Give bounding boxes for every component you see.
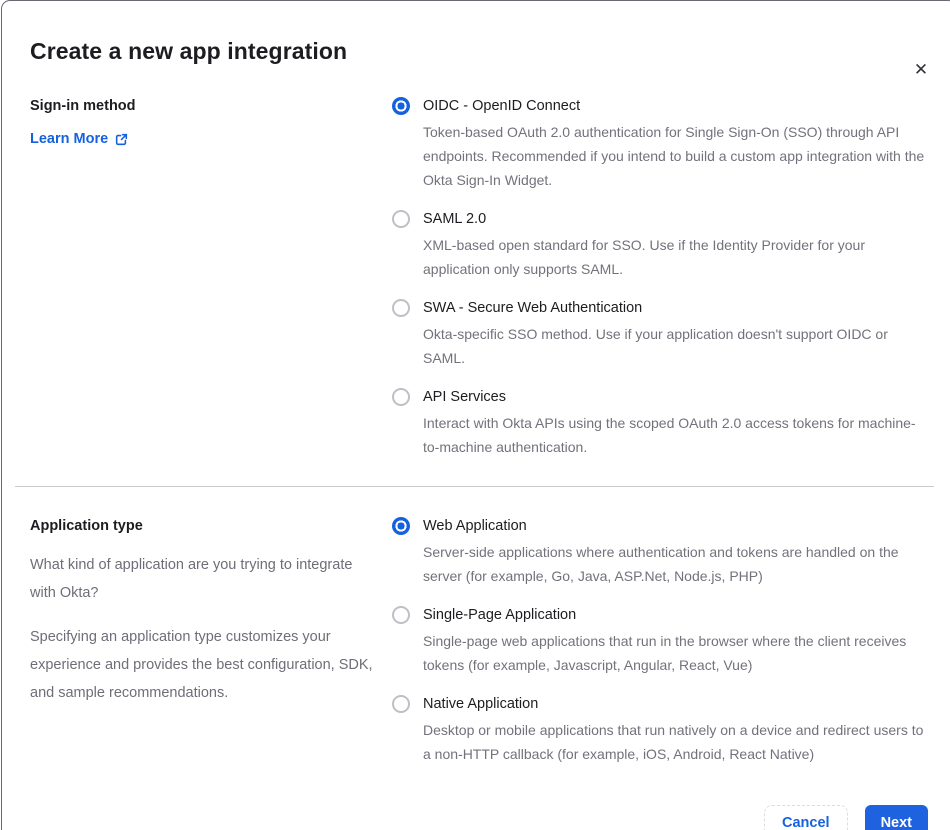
create-app-integration-dialog: ✕ Create a new app integration Sign-in m… [1, 0, 950, 830]
radio-native-application[interactable] [392, 695, 410, 713]
dialog-footer: Cancel Next [30, 805, 928, 830]
signin-method-options: OIDC - OpenID Connect Token-based OAuth … [392, 96, 928, 459]
option-label: OIDC - OpenID Connect [423, 98, 581, 114]
learn-more-label: Learn More [30, 131, 109, 147]
radio-single-page-application[interactable] [392, 606, 410, 624]
signin-method-section: Sign-in method Learn More OIDC - OpenID … [30, 96, 928, 459]
application-type-question: What kind of application are you trying … [30, 557, 353, 601]
option-description: XML-based open standard for SSO. Use if … [423, 237, 865, 277]
radio-saml[interactable] [392, 210, 410, 228]
application-type-section: Application type What kind of applicatio… [30, 516, 928, 766]
option-description: Interact with Okta APIs using the scoped… [423, 415, 916, 455]
option-description: Okta-specific SSO method. Use if your ap… [423, 326, 888, 366]
option-label: API Services [423, 389, 506, 405]
application-type-help: Specifying an application type customize… [30, 629, 373, 701]
next-button[interactable]: Next [864, 805, 928, 830]
option-saml[interactable]: SAML 2.0 XML-based open standard for SSO… [392, 209, 928, 281]
radio-swa[interactable] [392, 299, 410, 317]
learn-more-link[interactable]: Learn More [30, 131, 128, 147]
option-label: Web Application [423, 518, 527, 534]
screen: ✕ Create a new app integration Sign-in m… [0, 0, 950, 830]
option-label: SWA - Secure Web Authentication [423, 300, 643, 316]
signin-method-label: Sign-in method [30, 98, 136, 114]
option-label: Native Application [423, 696, 539, 712]
option-native-application[interactable]: Native Application Desktop or mobile app… [392, 694, 928, 766]
application-type-label: Application type [30, 518, 143, 534]
application-type-options: Web Application Server-side applications… [392, 516, 928, 766]
option-description: Server-side applications where authentic… [423, 544, 899, 584]
external-link-icon [115, 133, 128, 146]
option-web-application[interactable]: Web Application Server-side applications… [392, 516, 928, 588]
option-label: SAML 2.0 [423, 211, 487, 227]
option-oidc[interactable]: OIDC - OpenID Connect Token-based OAuth … [392, 96, 928, 192]
cancel-button[interactable]: Cancel [764, 805, 848, 830]
option-api-services[interactable]: API Services Interact with Okta APIs usi… [392, 387, 928, 459]
option-single-page-application[interactable]: Single-Page Application Single-page web … [392, 605, 928, 677]
option-description: Desktop or mobile applications that run … [423, 722, 924, 762]
close-icon[interactable]: ✕ [908, 57, 934, 83]
radio-api-services[interactable] [392, 388, 410, 406]
option-label: Single-Page Application [423, 607, 577, 623]
section-divider [15, 486, 934, 487]
radio-oidc[interactable] [392, 97, 410, 115]
option-description: Single-page web applications that run in… [423, 633, 907, 673]
radio-web-application[interactable] [392, 517, 410, 535]
option-description: Token-based OAuth 2.0 authentication for… [423, 124, 925, 188]
dialog-title: Create a new app integration [30, 38, 348, 64]
option-swa[interactable]: SWA - Secure Web Authentication Okta-spe… [392, 298, 928, 370]
